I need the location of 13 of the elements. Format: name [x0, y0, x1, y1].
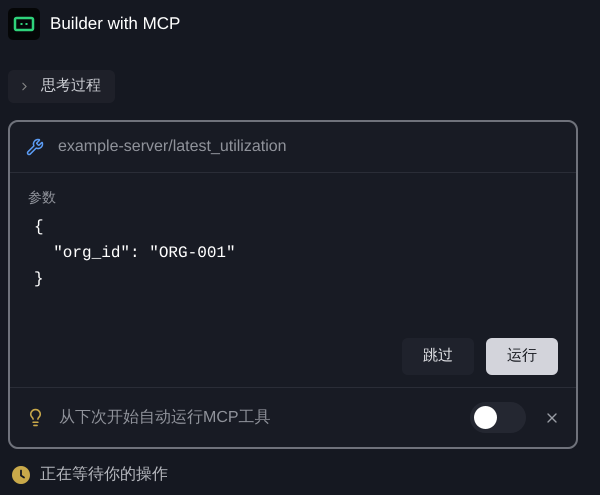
app-logo-icon [8, 8, 40, 40]
tool-name: example-server/latest_utilization [58, 137, 287, 157]
thinking-toggle[interactable]: 思考过程 [8, 70, 115, 103]
params-label: 参数 [28, 188, 57, 207]
skip-button[interactable]: 跳过 [402, 338, 474, 375]
status-text: 正在等待你的操作 [40, 465, 168, 485]
run-button[interactable]: 运行 [486, 338, 558, 375]
auto-run-label: 从下次开始自动运行MCP工具 [59, 408, 271, 428]
app-title: Builder with MCP [50, 13, 180, 36]
auto-run-switch[interactable] [470, 402, 526, 433]
clock-icon [12, 466, 30, 484]
params-code: { "org_id": "ORG-001" } [34, 217, 237, 290]
wrench-icon [26, 138, 44, 156]
